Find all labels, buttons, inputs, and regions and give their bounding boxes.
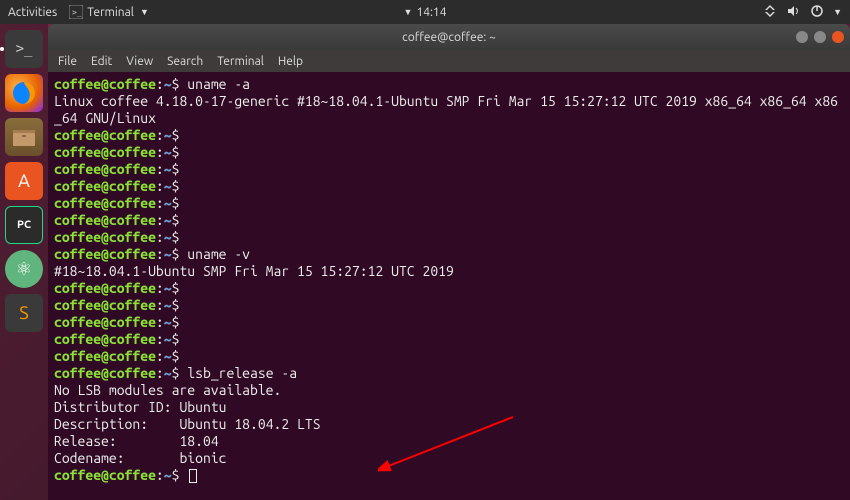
terminal-icon: >_ — [16, 41, 33, 57]
terminal-line: coffee@coffee:~$ — [54, 297, 844, 314]
power-icon — [811, 5, 823, 20]
minimize-button[interactable] — [796, 31, 808, 43]
launcher-item-firefox[interactable] — [5, 74, 43, 112]
terminal-line: #18~18.04.1-Ubuntu SMP Fri Mar 15 15:27:… — [54, 263, 844, 280]
menu-file[interactable]: File — [58, 55, 77, 68]
window-title: coffee@coffee: ~ — [402, 31, 496, 44]
terminal-line: coffee@coffee:~$ — [54, 212, 844, 229]
activities-button[interactable]: Activities — [8, 6, 57, 19]
menu-edit[interactable]: Edit — [91, 55, 112, 68]
launcher-dock: >_ A PC ⚛ S — [0, 24, 48, 500]
atom-icon: ⚛ — [16, 259, 32, 280]
pycharm-icon: PC — [17, 219, 31, 231]
network-icon — [763, 5, 777, 20]
sublime-icon: S — [19, 303, 28, 323]
terminal-line: Distributor ID: Ubuntu — [54, 399, 844, 416]
menubar: File Edit View Search Terminal Help — [48, 50, 850, 72]
terminal-line: coffee@coffee:~$ uname -v — [54, 246, 844, 263]
app-menu[interactable]: >_ Terminal ▼ — [69, 5, 149, 19]
close-button[interactable] — [832, 31, 844, 43]
terminal-line: coffee@coffee:~$ lsb_release -a — [54, 365, 844, 382]
maximize-button[interactable] — [814, 31, 826, 43]
window-titlebar[interactable]: coffee@coffee: ~ — [48, 24, 850, 50]
terminal-line: coffee@coffee:~$ — [54, 195, 844, 212]
terminal-line: coffee@coffee:~$ — [54, 229, 844, 246]
terminal-line: Description: Ubuntu 18.04.2 LTS — [54, 416, 844, 433]
launcher-item-sublime[interactable]: S — [5, 294, 43, 332]
terminal-line: Linux coffee 4.18.0-17-generic #18~18.04… — [54, 93, 844, 127]
terminal-line: coffee@coffee:~$ — [54, 144, 844, 161]
terminal-icon: >_ — [69, 5, 83, 19]
terminal-line: coffee@coffee:~$ — [54, 314, 844, 331]
launcher-item-atom[interactable]: ⚛ — [5, 250, 43, 288]
terminal-line: Release: 18.04 — [54, 433, 844, 450]
clock-time: 14:14 — [416, 6, 446, 19]
launcher-item-terminal[interactable]: >_ — [5, 30, 43, 68]
menu-search[interactable]: Search — [167, 55, 203, 68]
launcher-item-software[interactable]: A — [5, 162, 43, 200]
terminal-line: coffee@coffee:~$ — [54, 161, 844, 178]
menu-help[interactable]: Help — [278, 55, 303, 68]
launcher-item-files[interactable] — [5, 118, 43, 156]
terminal-window: coffee@coffee: ~ File Edit View Search T… — [48, 24, 850, 500]
terminal-line: coffee@coffee:~$ — [54, 127, 844, 144]
window-controls — [796, 31, 844, 43]
launcher-item-pycharm[interactable]: PC — [5, 206, 43, 244]
top-panel: Activities >_ Terminal ▼ ▼ 14:14 ▼ — [0, 0, 850, 24]
terminal-line: coffee@coffee:~$ — [54, 348, 844, 365]
terminal-body[interactable]: coffee@coffee:~$ uname -a Linux coffee 4… — [48, 72, 850, 500]
cursor — [189, 469, 197, 483]
terminal-line: Codename: bionic — [54, 450, 844, 467]
terminal-line: coffee@coffee:~$ — [54, 280, 844, 297]
firefox-icon — [11, 80, 37, 106]
menu-terminal[interactable]: Terminal — [217, 55, 264, 68]
software-icon: A — [18, 171, 30, 191]
sound-icon — [787, 5, 801, 20]
app-menu-label: Terminal — [87, 6, 134, 19]
terminal-line: coffee@coffee:~$ — [54, 331, 844, 348]
chevron-down-icon: ▼ — [833, 7, 842, 17]
chevron-down-icon: ▼ — [140, 7, 149, 17]
menu-view[interactable]: View — [126, 55, 153, 68]
clock[interactable]: ▼ 14:14 — [404, 6, 447, 19]
terminal-line: coffee@coffee:~$ — [54, 467, 844, 484]
status-area[interactable]: ▼ — [763, 5, 842, 20]
terminal-line: coffee@coffee:~$ — [54, 178, 844, 195]
svg-text:>_: >_ — [72, 8, 82, 17]
files-icon — [11, 126, 37, 148]
chevron-down-icon: ▼ — [404, 7, 413, 17]
terminal-line: No LSB modules are available. — [54, 382, 844, 399]
terminal-line: coffee@coffee:~$ uname -a — [54, 76, 844, 93]
